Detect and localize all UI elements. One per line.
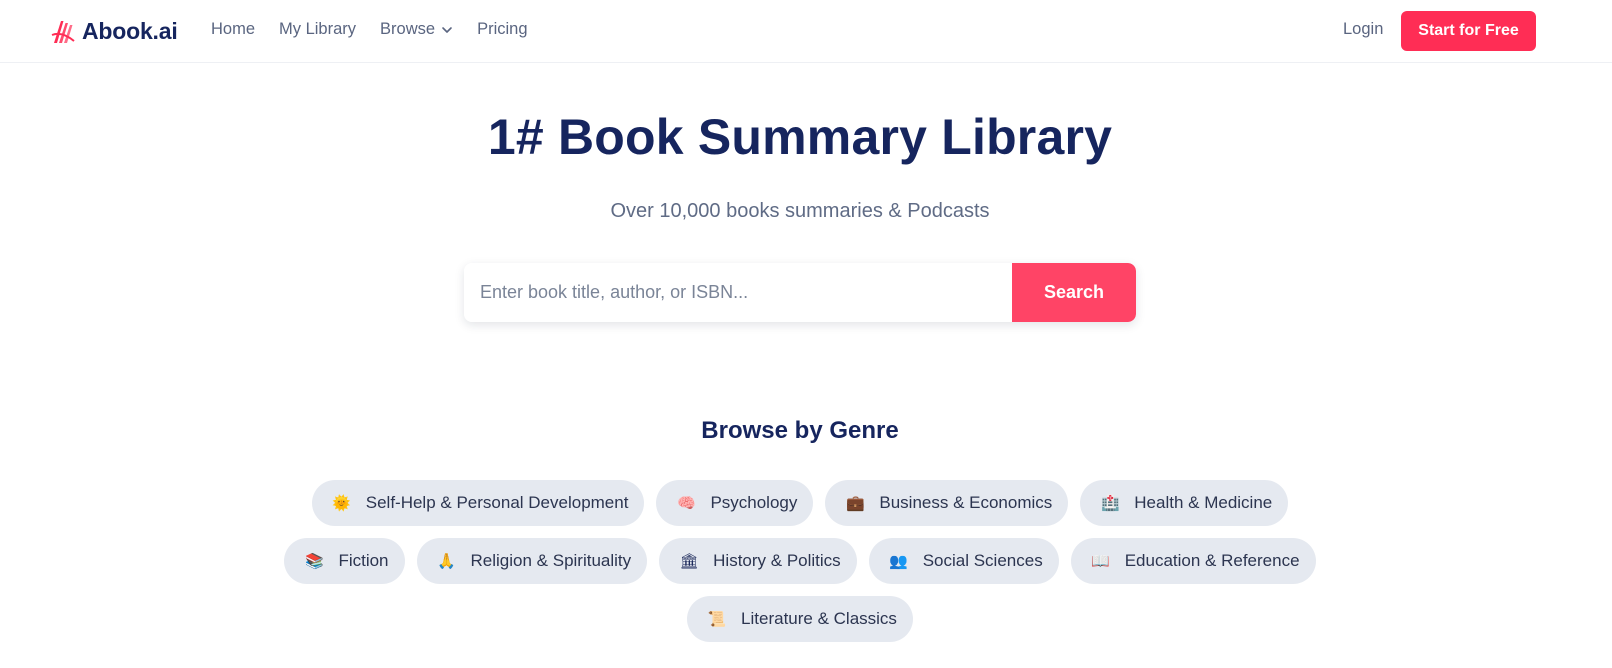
genre-label: Religion & Spirituality xyxy=(470,551,632,570)
genre-pill-education[interactable]: 📖 Education & Reference xyxy=(1070,538,1316,584)
genre-pill-religion[interactable]: 🙏 Religion & Spirituality xyxy=(416,538,648,584)
genre-label: History & Politics xyxy=(713,551,841,570)
chevron-down-icon xyxy=(442,26,452,33)
login-link[interactable]: Login xyxy=(1343,20,1383,39)
search-bar: Search xyxy=(464,263,1136,322)
genre-row: 📜 Literature & Classics xyxy=(0,596,1600,642)
brain-icon: 🧠 xyxy=(677,495,696,512)
genre-pill-health[interactable]: 🏥 Health & Medicine xyxy=(1080,480,1289,526)
books-icon: 📚 xyxy=(305,553,324,570)
genre-label: Education & Reference xyxy=(1124,551,1300,570)
genre-pill-social-sciences[interactable]: 👥 Social Sciences xyxy=(868,538,1059,584)
top-navbar: Abook.ai Home My Library Browse Pricing … xyxy=(0,0,1612,63)
genre-label: Business & Economics xyxy=(879,493,1053,512)
genre-pill-literature[interactable]: 📜 Literature & Classics xyxy=(687,596,913,642)
genre-pill-history[interactable]: 🏛 History & Politics xyxy=(659,538,857,584)
genre-pill-business[interactable]: 💼 Business & Economics xyxy=(825,480,1069,526)
nav-pricing-link[interactable]: Pricing xyxy=(477,20,527,39)
genre-label: Fiction xyxy=(338,551,389,570)
genre-row: 🌞 Self-Help & Personal Development 🧠 Psy… xyxy=(0,480,1600,526)
genre-pill-self-help[interactable]: 🌞 Self-Help & Personal Development xyxy=(311,480,645,526)
nav-my-library-link[interactable]: My Library xyxy=(279,20,356,39)
nav-home-link[interactable]: Home xyxy=(211,20,255,39)
briefcase-icon: 💼 xyxy=(846,495,865,512)
genre-pill-psychology[interactable]: 🧠 Psychology xyxy=(656,480,814,526)
open-book-icon: 📖 xyxy=(1091,553,1111,570)
abook-logo-icon xyxy=(51,21,75,43)
search-button[interactable]: Search xyxy=(1012,263,1136,322)
genre-pill-fiction[interactable]: 📚 Fiction xyxy=(284,538,405,584)
genre-row: 📚 Fiction 🙏 Religion & Spirituality 🏛 Hi… xyxy=(0,538,1600,584)
main-nav: Home My Library Browse Pricing xyxy=(211,20,552,39)
medical-icon: 🏥 xyxy=(1100,495,1120,512)
search-input[interactable] xyxy=(464,263,1012,322)
prayer-icon: 🙏 xyxy=(437,553,456,570)
hero-subtitle: Over 10,000 books summaries & Podcasts xyxy=(610,200,990,222)
genre-label: Self-Help & Personal Development xyxy=(365,493,629,512)
classical-building-icon: 🏛 xyxy=(679,553,699,570)
brand-logo[interactable]: Abook.ai xyxy=(50,14,178,48)
scroll-icon: 📜 xyxy=(707,611,727,628)
people-icon: 👥 xyxy=(889,553,909,570)
genre-label: Health & Medicine xyxy=(1134,493,1273,512)
browse-by-genre-heading: Browse by Genre xyxy=(701,417,899,444)
hero-title: 1# Book Summary Library xyxy=(487,109,1113,165)
genre-label: Literature & Classics xyxy=(741,609,897,628)
sun-icon: 🌞 xyxy=(332,495,352,512)
genre-label: Social Sciences xyxy=(922,551,1043,570)
brand-name: Abook.ai xyxy=(82,17,178,44)
nav-browse-label: Browse xyxy=(380,20,436,38)
nav-browse-dropdown[interactable]: Browse xyxy=(380,20,453,39)
start-for-free-button[interactable]: Start for Free xyxy=(1401,11,1536,51)
genre-label: Psychology xyxy=(710,493,798,512)
